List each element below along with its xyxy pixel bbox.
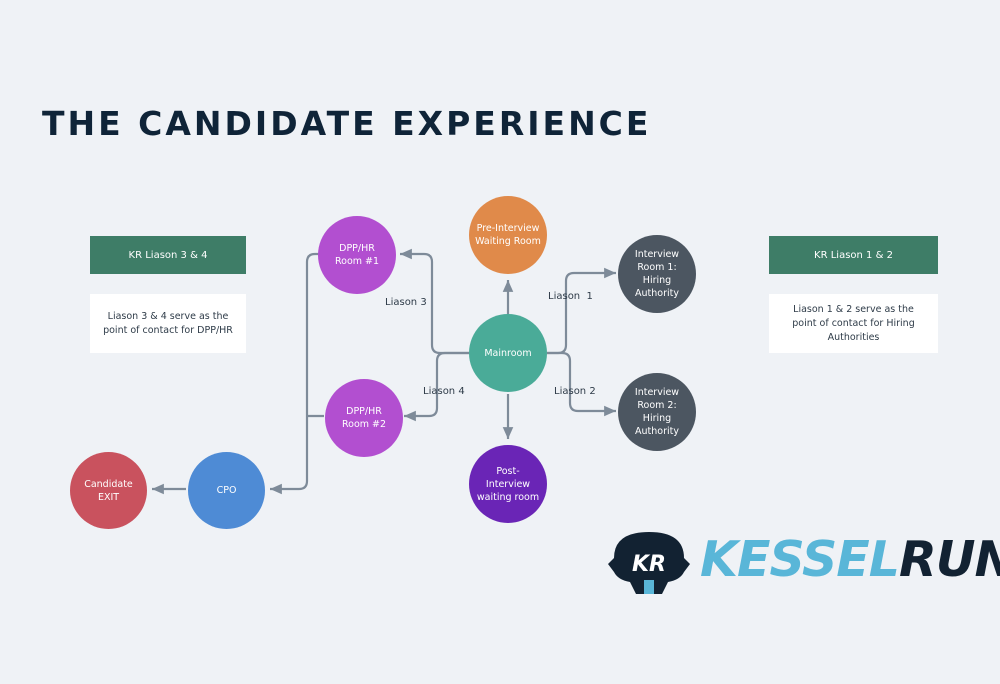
liason-3-label: Liason 3 xyxy=(385,297,427,308)
liason-1-label: Liason 1 xyxy=(548,291,593,302)
logo-word-part-2: RUN xyxy=(898,531,1000,588)
interview-room-1-node: Interview Room 1: Hiring Authority xyxy=(618,235,696,313)
candidate-exit-node: Candidate EXIT xyxy=(70,452,147,529)
connector-to-dpp-hr-2 xyxy=(404,351,469,422)
logo-word-part-1: KESSEL xyxy=(700,531,900,588)
right-panel-note: Liason 1 & 2 serve as the point of conta… xyxy=(769,294,938,353)
interview-room-2-node: Interview Room 2: Hiring Authority xyxy=(618,373,696,451)
pre-interview-node: Pre-Interview Waiting Room xyxy=(469,196,547,274)
logo-wordmark: KESSELRUN xyxy=(700,530,1000,590)
connector-to-interview-1 xyxy=(547,267,616,355)
connector-dpp-hr-to-cpo xyxy=(270,252,322,495)
left-panel-header: KR Liason 3 & 4 xyxy=(90,236,246,274)
logo-emblem-text: KR xyxy=(632,552,666,577)
mainroom-node: Mainroom xyxy=(469,314,547,392)
liason-4-label: Liason 4 xyxy=(423,386,465,397)
connector-to-interview-2 xyxy=(547,351,616,417)
right-panel-header: KR Liason 1 & 2 xyxy=(769,236,938,274)
cpo-node: CPO xyxy=(188,452,265,529)
dpp-hr-room-1-node: DPP/HR Room #1 xyxy=(318,216,396,294)
left-panel-note: Liason 3 & 4 serve as the point of conta… xyxy=(90,294,246,353)
kessel-run-emblem-icon: KR xyxy=(608,532,690,594)
post-interview-node: Post-Interview waiting room xyxy=(469,445,547,523)
kessel-run-logo: KR KESSELRUN xyxy=(604,528,1000,596)
dpp-hr-room-2-node: DPP/HR Room #2 xyxy=(325,379,403,457)
liason-2-label: Liason 2 xyxy=(554,386,596,397)
